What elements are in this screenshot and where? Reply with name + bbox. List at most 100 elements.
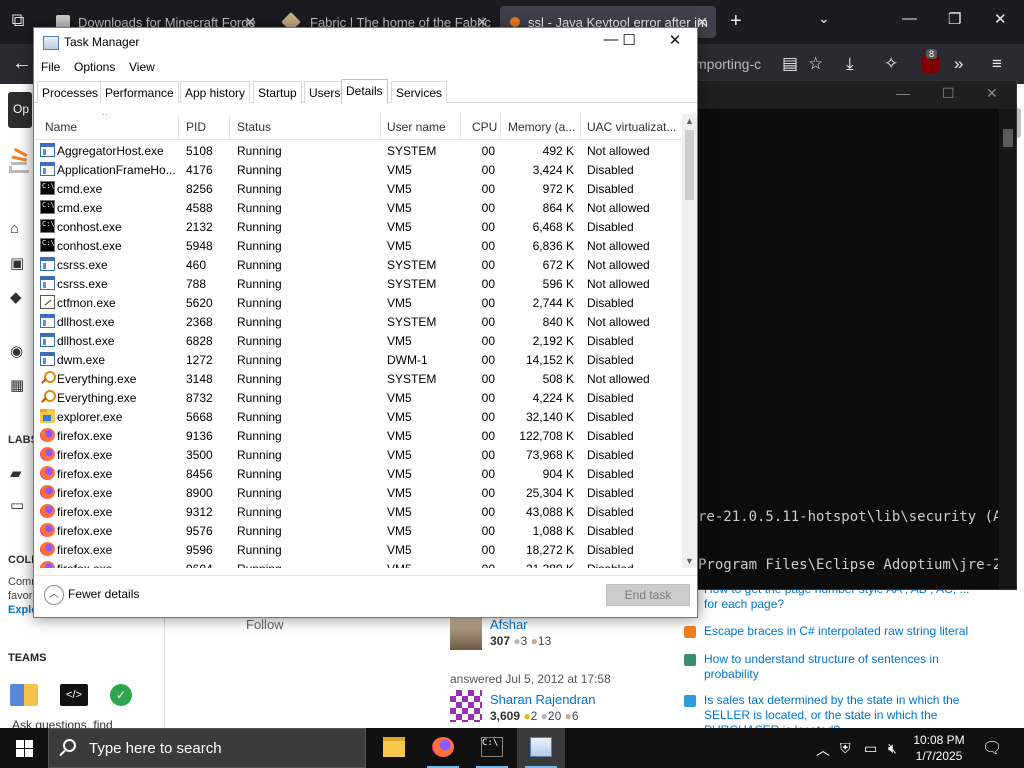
table-row[interactable]: dllhost.exe 6828 Running VM5 00 2,192 K Disabl…	[34, 331, 682, 350]
volume-muted-icon[interactable]: 🔇︎	[888, 740, 897, 757]
system-clock[interactable]: 10:08 PM 1/7/2025	[904, 732, 974, 764]
table-row[interactable]: firefox.exe 8456 Running VM5 00 904 K Disabled	[34, 464, 682, 483]
close-icon[interactable]: ✕	[994, 10, 1007, 28]
tab-processes[interactable]: Processes	[37, 81, 104, 103]
table-row[interactable]: explorer.exe 5668 Running VM5 00 32,140 K Disa…	[34, 407, 682, 426]
start-button[interactable]	[0, 728, 48, 768]
notifications-icon[interactable]: 🗨︎	[982, 738, 1002, 758]
users-icon[interactable]: ◉	[10, 342, 23, 360]
overflow-chevrons-icon[interactable]: »	[954, 54, 963, 74]
reader-view-icon[interactable]: ▤	[782, 54, 798, 74]
table-row[interactable]: firefox.exe 3500 Running VM5 00 73,968 K Disab…	[34, 445, 682, 464]
url-field[interactable]: mporting-c	[695, 56, 761, 72]
column-header-uac[interactable]: UAC virtualizat...	[581, 114, 682, 140]
scrollbar-thumb[interactable]	[685, 130, 694, 200]
bookmark-star-icon[interactable]: ☆	[808, 54, 823, 74]
downloads-icon[interactable]: ⤓	[846, 54, 854, 74]
menu-view[interactable]: View	[129, 60, 155, 74]
taskbar-task-manager[interactable]	[517, 728, 565, 768]
tab-details[interactable]: Details	[341, 79, 388, 104]
user-name-link[interactable]: Afshar	[490, 617, 528, 632]
ask-button[interactable]: Op	[8, 92, 32, 128]
new-tab-button[interactable]: +	[730, 10, 742, 33]
console-scrollbar[interactable]	[999, 109, 1016, 589]
console-window[interactable]: — ☐ ✕ re-21.0.5.11-hotspot\lib\security …	[695, 80, 1017, 590]
table-row[interactable]: dllhost.exe 2368 Running SYSTEM 00 840 K Not a…	[34, 312, 682, 331]
column-header-user-name[interactable]: User name	[381, 114, 461, 140]
tab-app-history[interactable]: App history	[180, 81, 251, 103]
console-titlebar[interactable]: — ☐ ✕	[696, 81, 1016, 109]
scroll-up-icon[interactable]: ▲	[685, 116, 694, 126]
minimize-icon[interactable]: —	[902, 10, 917, 27]
minimize-icon[interactable]: —	[896, 85, 910, 101]
close-icon[interactable]: ✕	[986, 85, 998, 102]
column-header-memory[interactable]: Memory (a...	[501, 114, 581, 140]
column-header-name[interactable]: ^ Name	[34, 114, 179, 140]
network-icon[interactable]: ▭	[864, 740, 877, 757]
menu-file[interactable]: File	[41, 60, 60, 74]
table-row[interactable]: conhost.exe 2132 Running VM5 00 6,468 K Disabl…	[34, 217, 682, 236]
table-row[interactable]: ctfmon.exe 5620 Running VM5 00 2,744 K Disable…	[34, 293, 682, 312]
table-row[interactable]: firefox.exe 9312 Running VM5 00 43,088 K Disab…	[34, 502, 682, 521]
related-question-link[interactable]: Escape braces in C# interpolated raw str…	[684, 624, 974, 639]
table-row[interactable]: firefox.exe 9576 Running VM5 00 1,088 K Disabl…	[34, 521, 682, 540]
table-row[interactable]: csrss.exe 788 Running SYSTEM 00 596 K Not allo…	[34, 274, 682, 293]
chevron-up-circle-icon[interactable]: ︿	[44, 585, 64, 605]
maximize-button[interactable]: ☐	[606, 31, 652, 55]
taskbar-terminal[interactable]: C:\	[468, 728, 516, 768]
chevron-down-icon[interactable]: ⌄	[818, 10, 830, 27]
task-manager-titlebar[interactable]: Task Manager — ☐ ✕	[34, 28, 697, 57]
user-name-link[interactable]: Sharan Rajendran	[490, 692, 596, 707]
table-row[interactable]: AggregatorHost.exe 5108 Running SYSTEM 00 492…	[34, 141, 682, 160]
menu-options[interactable]: Options	[74, 60, 115, 74]
avatar[interactable]	[450, 618, 482, 650]
column-header-cpu[interactable]: CPU	[461, 114, 501, 140]
scroll-down-icon[interactable]: ▼	[685, 556, 694, 566]
table-row[interactable]: firefox.exe 9596 Running VM5 00 18,272 K Disab…	[34, 540, 682, 559]
table-row[interactable]: ApplicationFrameHo... 4176 Running VM5 00 3,4…	[34, 160, 682, 179]
questions-icon[interactable]: ▣	[10, 254, 24, 272]
security-icon[interactable]: ⛨	[840, 740, 851, 757]
scrollbar-thumb[interactable]	[1003, 129, 1013, 147]
table-row[interactable]: csrss.exe 460 Running SYSTEM 00 672 K Not allo…	[34, 255, 682, 274]
tab-services[interactable]: Services	[391, 81, 448, 103]
hamburger-menu-icon[interactable]: ≡	[992, 54, 1002, 74]
jobs-icon[interactable]: ▰	[10, 464, 22, 482]
tab-users[interactable]: Users	[304, 81, 346, 103]
table-row[interactable]: dwm.exe 1272 Running DWM-1 00 14,152 K Disable…	[34, 350, 682, 369]
home-icon[interactable]: ⌂	[10, 220, 19, 237]
table-row[interactable]: cmd.exe 4588 Running VM5 00 864 K Not allowed	[34, 198, 682, 217]
tab-startup[interactable]: Startup	[253, 81, 302, 103]
restore-icon[interactable]: ❐	[948, 10, 961, 28]
taskbar-firefox[interactable]	[419, 728, 467, 768]
table-row[interactable]: cmd.exe 8256 Running VM5 00 972 K Disabled	[34, 179, 682, 198]
tags-icon[interactable]: ◆	[10, 288, 22, 306]
end-task-button[interactable]: End task	[606, 584, 690, 606]
column-header-pid[interactable]: PID	[179, 114, 230, 140]
tab-close-icon[interactable]: ✕	[696, 14, 708, 31]
tab-performance[interactable]: Performance	[100, 81, 179, 103]
column-header-status[interactable]: Status	[230, 114, 381, 140]
chevron-up-icon[interactable]: ︿	[816, 740, 830, 760]
task-manager-window[interactable]: Task Manager — ☐ ✕ File Options View Pro…	[33, 27, 698, 618]
table-row[interactable]: firefox.exe 8900 Running VM5 00 25,304 K Disab…	[34, 483, 682, 502]
companies-icon[interactable]: ▦	[10, 376, 24, 394]
table-row[interactable]: Everything.exe 3148 Running SYSTEM 00 508 K No…	[34, 369, 682, 388]
taskbar-file-explorer[interactable]	[370, 728, 418, 768]
tab-list-icon[interactable]: ⧉	[6, 10, 30, 34]
extensions-icon[interactable]: ✧	[884, 54, 898, 74]
table-row[interactable]: firefox.exe 9604 Running VM5 00 21,380 K Disab…	[34, 559, 682, 568]
fewer-details-link[interactable]: Fewer details	[68, 587, 139, 601]
follow-link[interactable]: Follow	[246, 617, 284, 632]
close-icon[interactable]: ✕	[652, 31, 698, 55]
discussions-icon[interactable]: ▭	[10, 496, 24, 514]
table-scrollbar[interactable]: ▲ ▼	[682, 114, 697, 568]
taskbar-search-box[interactable]: Type here to search	[48, 728, 366, 768]
table-row[interactable]: conhost.exe 5948 Running VM5 00 6,836 K Not al…	[34, 236, 682, 255]
maximize-icon[interactable]: ☐	[942, 85, 955, 102]
table-row[interactable]: Everything.exe 8732 Running VM5 00 4,224 K Dis…	[34, 388, 682, 407]
back-arrow-icon[interactable]: ←	[12, 52, 32, 75]
related-question-link[interactable]: How to understand structure of sentences…	[684, 652, 974, 682]
table-row[interactable]: firefox.exe 9136 Running VM5 00 122,708 K Disa…	[34, 426, 682, 445]
avatar[interactable]	[450, 690, 482, 722]
